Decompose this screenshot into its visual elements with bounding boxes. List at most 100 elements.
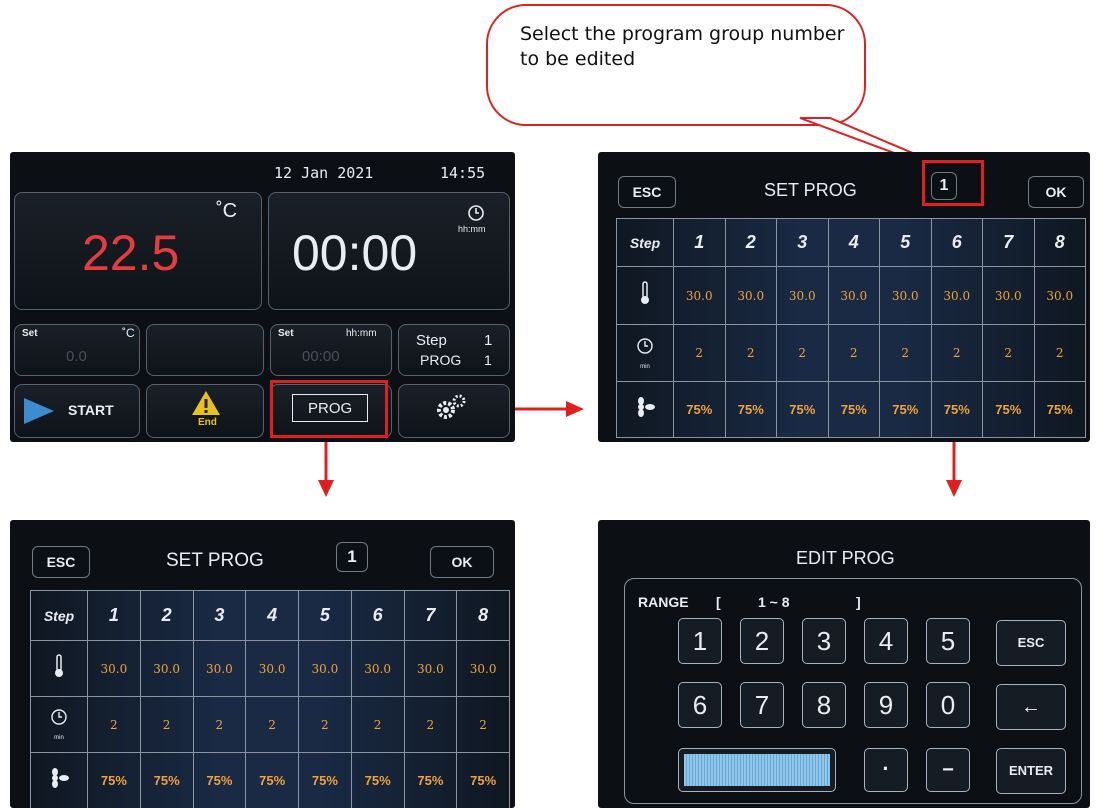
main-screen: 12 Jan 2021 14:55 22.5 ˚C 00:00 hh:mm Se… — [10, 152, 515, 442]
key-3[interactable]: 3 — [802, 618, 846, 664]
time-cell[interactable]: 2 — [879, 324, 932, 382]
time-unit: min — [640, 363, 650, 370]
temp-cell[interactable]: 30.0 — [350, 640, 405, 697]
group-number-highlight — [922, 160, 984, 206]
timer-display: 00:00 — [292, 225, 418, 281]
date-display: 12 Jan 2021 — [274, 164, 374, 182]
temp-cell[interactable]: 30.0 — [982, 266, 1035, 326]
fan-cell[interactable]: 75% — [982, 380, 1035, 439]
fan-cell[interactable]: 75% — [456, 752, 510, 808]
timer-icon — [51, 709, 67, 725]
temp-cell[interactable]: 30.0 — [87, 640, 141, 697]
fan-icon-cell — [616, 380, 674, 439]
temp-cell[interactable]: 30.0 — [192, 640, 247, 697]
time-cell[interactable]: 2 — [298, 696, 352, 753]
time-cell[interactable]: 2 — [192, 696, 247, 753]
temp-cell[interactable]: 30.0 — [1033, 266, 1086, 326]
step-number: 6 — [930, 217, 983, 268]
fan-cell[interactable]: 75% — [1033, 380, 1086, 439]
time-cell[interactable]: 2 — [403, 696, 458, 753]
minus-key[interactable]: − — [926, 748, 970, 792]
backspace-button[interactable]: ← — [996, 684, 1066, 730]
key-2[interactable]: 2 — [740, 618, 784, 664]
key-0[interactable]: 0 — [926, 682, 970, 728]
esc-button[interactable]: ESC — [32, 546, 90, 578]
fan-cell[interactable]: 75% — [87, 752, 141, 808]
range-label: RANGE — [638, 594, 689, 610]
enter-button[interactable]: ENTER — [996, 748, 1066, 794]
time-cell[interactable]: 2 — [87, 696, 141, 753]
temp-cell[interactable]: 30.0 — [724, 266, 777, 326]
temp-cell[interactable]: 30.0 — [879, 266, 932, 326]
fan-cell[interactable]: 75% — [930, 380, 983, 439]
step-label: Step — [416, 332, 447, 349]
time-cell[interactable]: 2 — [724, 324, 777, 382]
range-value: 1 ~ 8 — [758, 594, 790, 610]
time-cell[interactable]: 2 — [139, 696, 194, 753]
time-cell[interactable]: 2 — [827, 324, 880, 382]
key-8[interactable]: 8 — [802, 682, 846, 728]
clock-icon — [468, 205, 484, 221]
step-number: 5 — [298, 590, 352, 641]
step-number: 7 — [982, 217, 1035, 268]
fan-cell[interactable]: 75% — [776, 380, 829, 439]
fan-cell[interactable]: 75% — [298, 752, 352, 808]
set-temp-label: Set — [22, 328, 38, 339]
key-9[interactable]: 9 — [864, 682, 908, 728]
fan-cell[interactable]: 75% — [245, 752, 299, 808]
temp-cell[interactable]: 30.0 — [139, 640, 194, 697]
time-unit: min — [54, 735, 64, 741]
key-5[interactable]: 5 — [926, 618, 970, 664]
time-cell[interactable]: 2 — [245, 696, 299, 753]
temp-cell[interactable]: 30.0 — [673, 266, 726, 326]
timer-unit: hh:mm — [458, 224, 486, 234]
program-group-number[interactable]: 1 — [336, 542, 368, 572]
key-1[interactable]: 1 — [678, 618, 722, 664]
temp-cell[interactable]: 30.0 — [403, 640, 458, 697]
ok-button[interactable]: OK — [430, 546, 494, 578]
fan-cell[interactable]: 75% — [724, 380, 777, 439]
time-cell[interactable]: 2 — [776, 324, 829, 382]
time-cell[interactable]: 2 — [456, 696, 510, 753]
warning-icon — [192, 391, 220, 415]
step-number: 4 — [245, 590, 299, 641]
temp-cell[interactable]: 30.0 — [930, 266, 983, 326]
step-number: 2 — [724, 217, 777, 268]
entry-field[interactable] — [678, 748, 836, 792]
empty-panel — [146, 324, 264, 376]
fan-cell[interactable]: 75% — [827, 380, 880, 439]
fan-cell[interactable]: 75% — [139, 752, 194, 808]
temp-cell[interactable]: 30.0 — [298, 640, 352, 697]
key-6[interactable]: 6 — [678, 682, 722, 728]
decimal-point-key[interactable]: · — [864, 748, 908, 792]
fan-cell[interactable]: 75% — [403, 752, 458, 808]
key-7[interactable]: 7 — [740, 682, 784, 728]
set-prog-screen-bottom: ESC SET PROG 1 OK Step 1 2 3 4 5 6 7 8 3… — [10, 520, 515, 808]
step-prog-panel — [398, 324, 510, 376]
temp-cell[interactable]: 30.0 — [827, 266, 880, 326]
play-icon — [24, 398, 54, 424]
temp-cell[interactable]: 30.0 — [456, 640, 510, 697]
key-4[interactable]: 4 — [864, 618, 908, 664]
time-icon-cell: min — [30, 696, 88, 753]
time-cell[interactable]: 2 — [1033, 324, 1086, 382]
ok-button[interactable]: OK — [1028, 176, 1084, 208]
time-cell[interactable]: 2 — [350, 696, 405, 753]
time-cell[interactable]: 2 — [982, 324, 1035, 382]
temp-cell[interactable]: 30.0 — [776, 266, 829, 326]
keypad-esc-button[interactable]: ESC — [996, 620, 1066, 666]
thermometer-icon-cell — [616, 266, 674, 326]
step-number: 1 — [673, 217, 726, 268]
fan-cell[interactable]: 75% — [192, 752, 247, 808]
time-cell[interactable]: 2 — [930, 324, 983, 382]
fan-icon-cell — [30, 752, 88, 808]
fan-cell[interactable]: 75% — [350, 752, 405, 808]
fan-cell[interactable]: 75% — [879, 380, 932, 439]
range-open-bracket: [ — [716, 594, 721, 610]
time-icon-cell: min — [616, 324, 674, 382]
esc-button[interactable]: ESC — [618, 176, 676, 208]
time-cell[interactable]: 2 — [673, 324, 726, 382]
fan-cell[interactable]: 75% — [673, 380, 726, 439]
set-time-label: Set — [278, 328, 294, 339]
temp-cell[interactable]: 30.0 — [245, 640, 299, 697]
